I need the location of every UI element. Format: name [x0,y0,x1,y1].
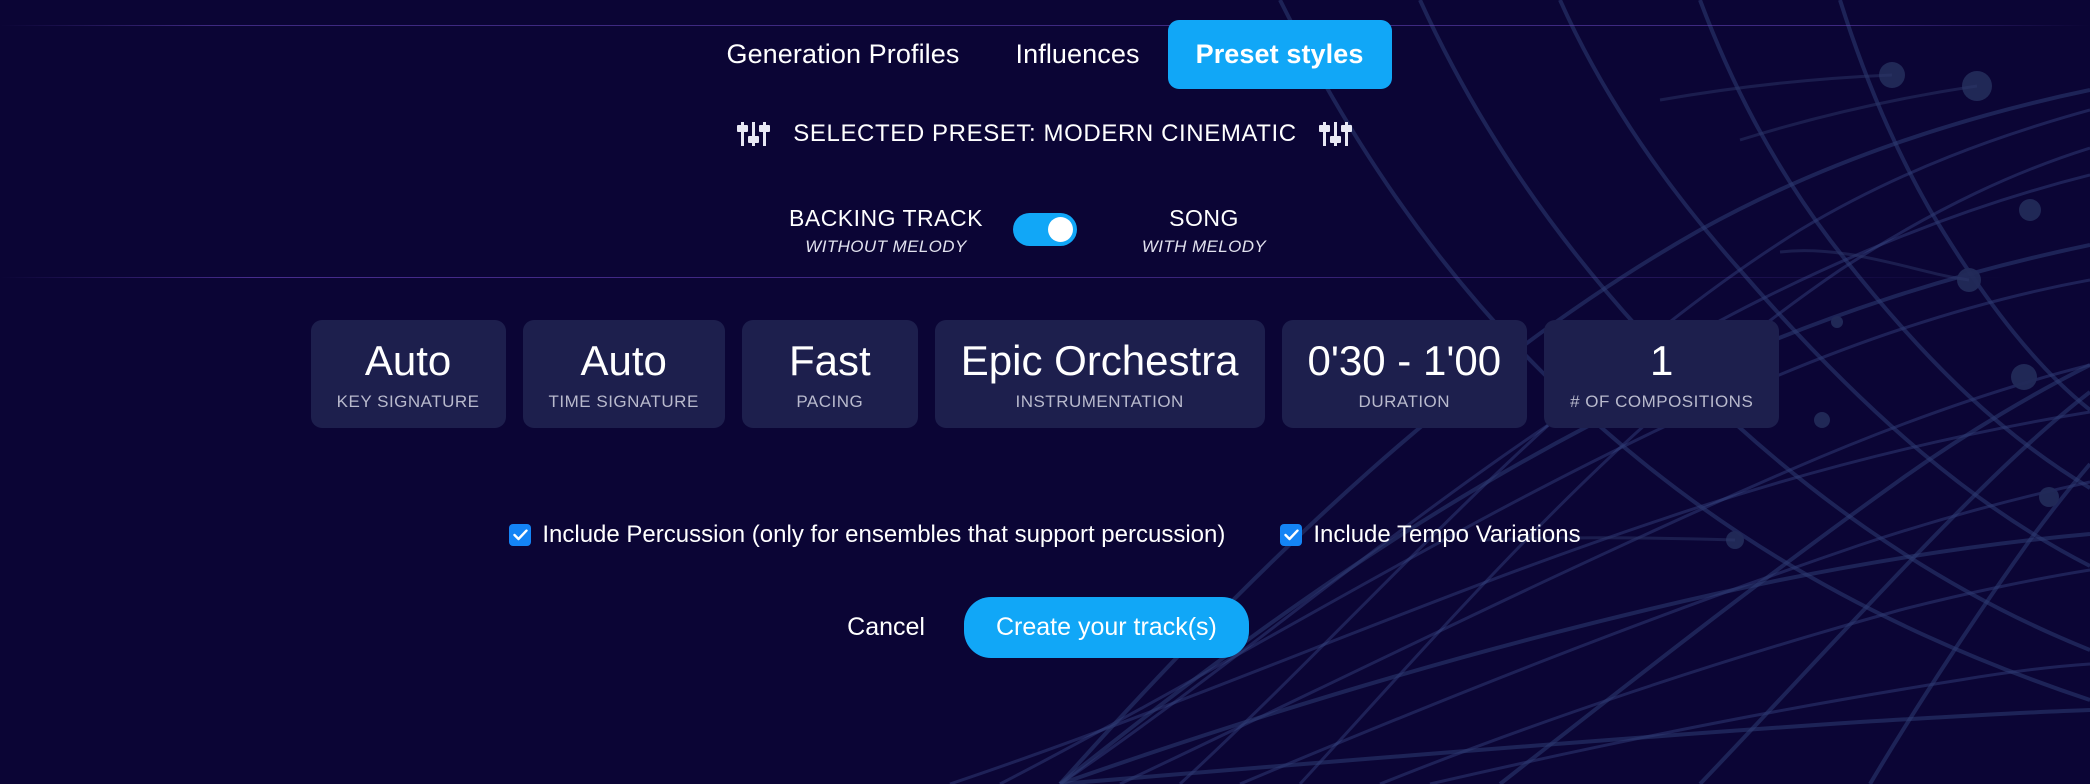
include-percussion-option[interactable]: Include Percussion (only for ensembles t… [509,521,1225,549]
param-value: Auto [364,337,452,384]
parameter-cards: Auto KEY SIGNATURE Auto TIME SIGNATURE F… [0,320,2090,429]
param-label: TIME SIGNATURE [548,392,699,412]
param-card-key-signature[interactable]: Auto KEY SIGNATURE [310,320,506,429]
param-card-time-signature[interactable]: Auto TIME SIGNATURE [522,320,725,429]
tab-generation-profiles[interactable]: Generation Profiles [698,20,987,89]
create-tracks-button[interactable]: Create your track(s) [963,597,1249,658]
backing-track-sublabel: WITHOUT MELODY [805,237,967,257]
param-value: Fast [788,337,871,384]
param-value: Auto [580,337,667,384]
include-tempo-variations-label: Include Tempo Variations [1313,521,1581,548]
param-label: INSTRUMENTATION [1015,392,1184,412]
tab-influences[interactable]: Influences [988,20,1168,89]
param-label: PACING [796,392,864,412]
include-tempo-variations-option[interactable]: Include Tempo Variations [1280,521,1581,549]
param-value: 1 [1650,337,1674,384]
param-card-duration[interactable]: 0'30 - 1'00 DURATION [1281,320,1528,429]
param-label: KEY SIGNATURE [336,392,480,412]
sliders-icon [737,121,771,147]
tab-bar: Generation Profiles Influences Preset st… [0,20,2090,89]
options-row: Include Percussion (only for ensembles t… [0,521,2090,549]
song-option[interactable]: SONG WITH MELODY [1099,205,1309,257]
mode-toggle-row: BACKING TRACK WITHOUT MELODY SONG WITH M… [0,205,2090,257]
param-card-instrumentation[interactable]: Epic Orchestra INSTRUMENTATION [934,320,1265,429]
melody-mode-toggle[interactable] [1013,213,1077,246]
checkbox-checked-icon[interactable] [509,524,532,546]
param-card-compositions[interactable]: 1 # OF COMPOSITIONS [1544,320,1780,429]
tab-preset-styles[interactable]: Preset styles [1167,20,1392,89]
include-percussion-label: Include Percussion (only for ensembles t… [542,521,1226,548]
backing-track-option[interactable]: BACKING TRACK WITHOUT MELODY [781,205,991,257]
preset-styles-panel: Generation Profiles Influences Preset st… [0,0,2090,784]
sliders-icon [1318,121,1353,147]
selected-preset-header: SELECTED PRESET: MODERN CINEMATIC [0,120,2090,148]
param-value: 0'30 - 1'00 [1307,337,1502,384]
selected-preset-title: SELECTED PRESET: MODERN CINEMATIC [793,120,1297,147]
backing-track-label: BACKING TRACK [789,205,983,231]
param-value: Epic Orchestra [960,337,1239,384]
param-label: DURATION [1358,392,1451,412]
toggle-knob [1048,217,1073,242]
action-bar: Cancel Create your track(s) [0,597,2090,658]
cancel-button[interactable]: Cancel [841,603,931,652]
checkbox-checked-icon[interactable] [1280,524,1303,546]
song-label: SONG [1169,205,1239,231]
param-card-pacing[interactable]: Fast PACING [741,320,918,429]
section-divider [0,277,2090,278]
param-label: # OF COMPOSITIONS [1570,392,1754,412]
song-sublabel: WITH MELODY [1141,237,1267,257]
